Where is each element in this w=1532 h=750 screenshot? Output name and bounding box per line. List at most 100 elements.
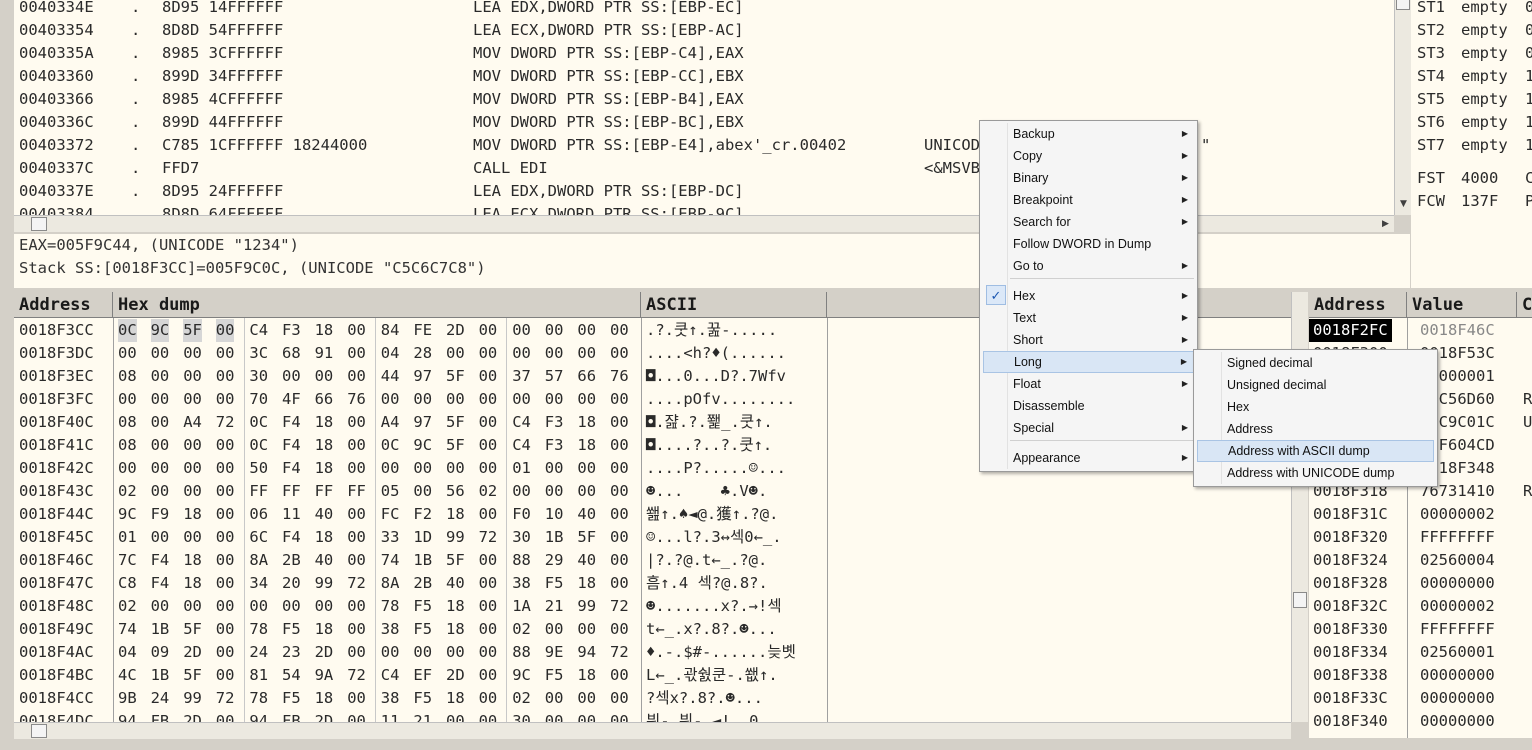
submenu-item-unsigned-decimal[interactable]: Unsigned decimal <box>1197 374 1434 396</box>
dump-hex-byte: 00 <box>478 413 498 431</box>
submenu-item-address-with-unicode-dump[interactable]: Address with UNICODE dump <box>1197 462 1434 484</box>
long-submenu[interactable]: Signed decimal Unsigned decimal Hex Address… <box>1193 349 1438 487</box>
dump-hex-byte: 18 <box>314 436 334 454</box>
dump-hex-byte: 00 <box>150 344 170 362</box>
context-menu[interactable]: Backup ▶ Copy ▶ Binary ▶ Breakpoint ▶ Search for… <box>979 120 1198 472</box>
menu-item-copy[interactable]: Copy ▶ <box>983 145 1194 167</box>
dump-hex-byte: FF <box>282 482 301 500</box>
chevron-right-icon: ▶ <box>1181 261 1188 270</box>
menu-item-hex[interactable]: Hex ✓ ▶ <box>983 285 1194 307</box>
disasm-row[interactable]: 0040335A. 8985 3CFFFFFF MOV DWORD PTR SS:[… <box>14 42 1394 65</box>
dump-row[interactable]: 0018F4DC 94 FB 2D 00 94 FB 2D 00 11 21 00 00 30 00 00 00… <box>14 710 1291 722</box>
dump-hex-byte: 40 <box>314 551 334 569</box>
submenu-item-hex[interactable]: Hex <box>1197 396 1434 418</box>
dump-hex-byte: 00 <box>478 390 498 408</box>
stack-row[interactable]: 0018F32C 00000002 <box>1309 595 1532 618</box>
stack-row[interactable]: 0018F330 FFFFFFFF <box>1309 618 1532 641</box>
dump-hscrollbar[interactable] <box>14 722 1291 739</box>
menu-item-short[interactable]: Short ▶ <box>983 329 1194 351</box>
dump-row[interactable]: 0018F4BC 4C 1B 5F 00 81 54 9A 72 C4 EF 2D 00 9C F5 18 00… <box>14 664 1291 687</box>
dump-row[interactable]: 0018F45C 01 00 00 00 6C F4 18 00 33 1D 99 72 30 1B 5F 00… <box>14 526 1291 549</box>
scroll-thumb[interactable] <box>1396 0 1410 10</box>
disasm-address: 00403372 <box>19 136 94 154</box>
dump-hex-byte: F3 <box>544 413 564 431</box>
menu-item-long[interactable]: Long ▶ <box>983 351 1194 373</box>
submenu-item-address[interactable]: Address <box>1197 418 1434 440</box>
disasm-row[interactable]: 00403354. 8D8D 54FFFFFF LEA ECX,DWORD PTR … <box>14 19 1394 42</box>
scroll-thumb[interactable] <box>31 724 47 738</box>
dump-row[interactable]: 0018F48C 02 00 00 00 00 00 00 00 78 F5 18 00 1A 21 99 72… <box>14 595 1291 618</box>
dump-hex-byte: 00 <box>150 597 170 615</box>
dump-hex-byte: 00 <box>610 666 629 684</box>
dump-hex-byte: 33 <box>380 528 400 546</box>
stack-row[interactable]: 0018F334 02560001 <box>1309 641 1532 664</box>
dump-hex-byte: 00 <box>347 413 366 431</box>
dump-hex-byte: 30 <box>512 528 531 546</box>
chevron-right-icon: ▶ <box>1181 379 1188 388</box>
menu-item-binary[interactable]: Binary ▶ <box>983 167 1194 189</box>
submenu-item-signed-decimal[interactable]: Signed decimal <box>1197 352 1434 374</box>
fpu-register-name: ST6 <box>1417 113 1445 131</box>
menu-item-backup[interactable]: Backup ▶ <box>983 123 1194 145</box>
stack-value: 00000002 <box>1420 597 1495 615</box>
dump-hex-byte: F4 <box>282 459 301 477</box>
disassembly-vscrollbar[interactable]: ▼ <box>1394 0 1411 215</box>
stack-row[interactable]: 0018F2FC 0018F46C <box>1309 319 1532 342</box>
menu-item-disassemble[interactable]: Disassemble <box>983 395 1194 417</box>
dump-row[interactable]: 0018F49C 74 1B 5F 00 78 F5 18 00 38 F5 18 00 02 00 00 00… <box>14 618 1291 641</box>
dump-hex-byte: 00 <box>478 505 498 523</box>
dump-row[interactable]: 0018F4CC 9B 24 99 72 78 F5 18 00 38 F5 18 00 02 00 00 00… <box>14 687 1291 710</box>
menu-item-float[interactable]: Float ▶ <box>983 373 1194 395</box>
dump-hex-byte: F4 <box>282 528 301 546</box>
dump-header-hex[interactable]: Hex dump <box>113 292 641 318</box>
dump-hex-byte: 00 <box>215 482 235 500</box>
dump-hex-byte: 40 <box>577 505 597 523</box>
menu-item-appearance[interactable]: Appearance ▶ <box>983 447 1194 469</box>
dump-header-address[interactable]: Address <box>14 292 113 318</box>
menu-item-special[interactable]: Special ▶ <box>983 417 1194 439</box>
dump-ascii: ♦.-.$#-......늦볫 <box>646 643 796 661</box>
dump-row[interactable]: 0018F43C 02 00 00 00 FF FF FF FF 05 00 56 02 00 00 00 00… <box>14 480 1291 503</box>
stack-row[interactable]: 0018F33C 00000000 <box>1309 687 1532 710</box>
dump-address: 0018F3FC <box>19 390 94 408</box>
submenu-item-address-with-ascii-dump[interactable]: Address with ASCII dump <box>1197 440 1434 462</box>
stack-header-comment[interactable]: C <box>1517 292 1532 318</box>
disasm-row[interactable]: 00403366. 8985 4CFFFFFF MOV DWORD PTR SS:[… <box>14 88 1394 111</box>
dump-hex-byte: 7C <box>118 551 137 569</box>
dump-row[interactable]: 0018F46C 7C F4 18 00 8A 2B 40 00 74 1B 5F 00 88 29 40 00… <box>14 549 1291 572</box>
stack-header-value[interactable]: Value <box>1407 292 1517 318</box>
stack-row[interactable]: 0018F338 00000000 <box>1309 664 1532 687</box>
scroll-thumb[interactable] <box>31 217 47 231</box>
info-line-stack: Stack SS:[0018F3CC]=005F9C0C, (UNICODE "… <box>19 259 486 277</box>
dump-hex-byte: 00 <box>478 620 498 638</box>
menu-item-text[interactable]: Text ▶ <box>983 307 1194 329</box>
menu-item-breakpoint[interactable]: Breakpoint ▶ <box>983 189 1194 211</box>
dump-hex-byte: 37 <box>512 367 531 385</box>
scroll-down-icon[interactable]: ▼ <box>1395 196 1412 212</box>
disasm-row[interactable]: 0040334E. 8D95 14FFFFFF LEA EDX,DWORD PTR … <box>14 0 1394 19</box>
dump-row[interactable]: 0018F44C 9C F9 18 00 06 11 40 00 FC F2 18 00 F0 10 40 00… <box>14 503 1291 526</box>
dump-hex-byte: 00 <box>215 367 235 385</box>
disasm-row[interactable]: 00403360. 899D 34FFFFFF MOV DWORD PTR SS:[… <box>14 65 1394 88</box>
stack-row[interactable]: 0018F328 00000000 <box>1309 572 1532 595</box>
dump-address: 0018F4BC <box>19 666 94 684</box>
stack-row[interactable]: 0018F320 FFFFFFFF <box>1309 526 1532 549</box>
dump-row[interactable]: 0018F47C C8 F4 18 00 34 20 99 72 8A 2B 40 00 38 F5 18 00… <box>14 572 1291 595</box>
scroll-thumb[interactable] <box>1293 592 1307 608</box>
menu-item-follow-dword-in-dump[interactable]: Follow DWORD in Dump <box>983 233 1194 255</box>
dump-hex-byte: 00 <box>512 390 531 408</box>
stack-row[interactable]: 0018F324 02560004 <box>1309 549 1532 572</box>
disasm-bytes: C785 1CFFFFFF 18244000 <box>162 136 368 154</box>
dump-row[interactable]: 0018F4AC 04 09 2D 00 24 23 2D 00 00 00 00 00 88 9E 94 72… <box>14 641 1291 664</box>
stack-row[interactable]: 0018F31C 00000002 <box>1309 503 1532 526</box>
menu-item-search-for[interactable]: Search for ▶ <box>983 211 1194 233</box>
stack-header-address[interactable]: Address <box>1309 292 1407 318</box>
stack-row[interactable]: 0018F340 00000000 <box>1309 710 1532 733</box>
dump-address: 0018F42C <box>19 459 94 477</box>
registers-pane[interactable]: ST1 empty 0 ST2 empty 0 ST3 empty 0 ST4 empty 1 ST5 e… <box>1411 0 1532 288</box>
scroll-right-icon[interactable]: ▶ <box>1377 216 1394 232</box>
dump-header-ascii[interactable]: ASCII <box>641 292 827 318</box>
dump-ascii: ☻... ♣.V☻. <box>646 482 768 500</box>
disasm-instruction: MOV DWORD PTR SS:[EBP-B4],EAX <box>473 90 744 108</box>
menu-item-go-to[interactable]: Go to ▶ <box>983 255 1194 277</box>
